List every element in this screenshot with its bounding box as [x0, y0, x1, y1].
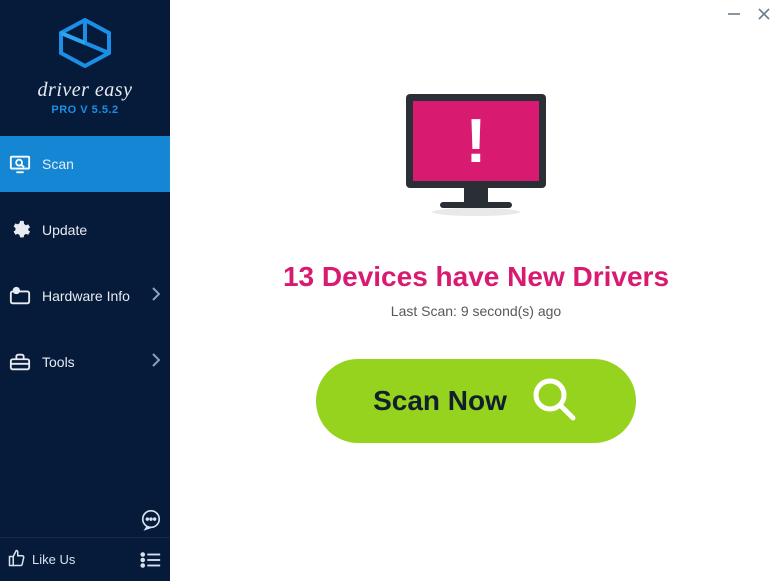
minimize-button[interactable]	[726, 6, 742, 22]
scan-now-button[interactable]: Scan Now	[316, 359, 636, 443]
search-icon	[529, 374, 579, 429]
sidebar-item-hardware-info[interactable]: i Hardware Info	[0, 268, 170, 324]
window-controls	[726, 6, 772, 22]
monitor-search-icon	[6, 150, 34, 178]
chevron-right-icon	[152, 287, 160, 306]
sidebar-item-tools[interactable]: Tools	[0, 334, 170, 390]
main-pane: ! 13 Devices have New Drivers Last Scan:…	[170, 0, 782, 581]
chevron-right-icon	[152, 353, 160, 372]
brand-logo-icon	[57, 18, 113, 73]
close-button[interactable]	[756, 6, 772, 22]
sidebar-item-label: Hardware Info	[42, 288, 152, 304]
brand-title: driver easy	[0, 79, 170, 102]
brand-block: driver easy PRO V 5.5.2	[0, 0, 170, 128]
menu-list-icon[interactable]	[140, 549, 162, 571]
chat-icon[interactable]	[140, 509, 162, 531]
like-us-button[interactable]: Like Us	[8, 549, 75, 570]
gear-icon	[6, 216, 34, 244]
sidebar: driver easy PRO V 5.5.2 Scan Upda	[0, 0, 170, 581]
scan-now-label: Scan Now	[373, 385, 507, 417]
sidebar-item-label: Update	[42, 222, 160, 238]
sidebar-nav: Scan Update i Hardware Info	[0, 136, 170, 400]
last-scan-text: Last Scan: 9 second(s) ago	[391, 303, 561, 319]
toolbox-icon	[6, 348, 34, 376]
sidebar-bottom-bar: Like Us	[0, 537, 170, 581]
sidebar-item-scan[interactable]: Scan	[0, 136, 170, 192]
sidebar-item-label: Tools	[42, 354, 152, 370]
thumbs-up-icon	[8, 549, 26, 570]
headline-text: 13 Devices have New Drivers	[283, 261, 669, 293]
brand-version: PRO V 5.5.2	[0, 104, 170, 116]
svg-text:!: !	[466, 107, 487, 176]
alert-monitor-graphic: !	[396, 88, 556, 233]
hardware-info-icon: i	[6, 282, 34, 310]
sidebar-item-label: Scan	[42, 156, 160, 172]
sidebar-item-update[interactable]: Update	[0, 202, 170, 258]
like-us-label: Like Us	[32, 552, 75, 567]
